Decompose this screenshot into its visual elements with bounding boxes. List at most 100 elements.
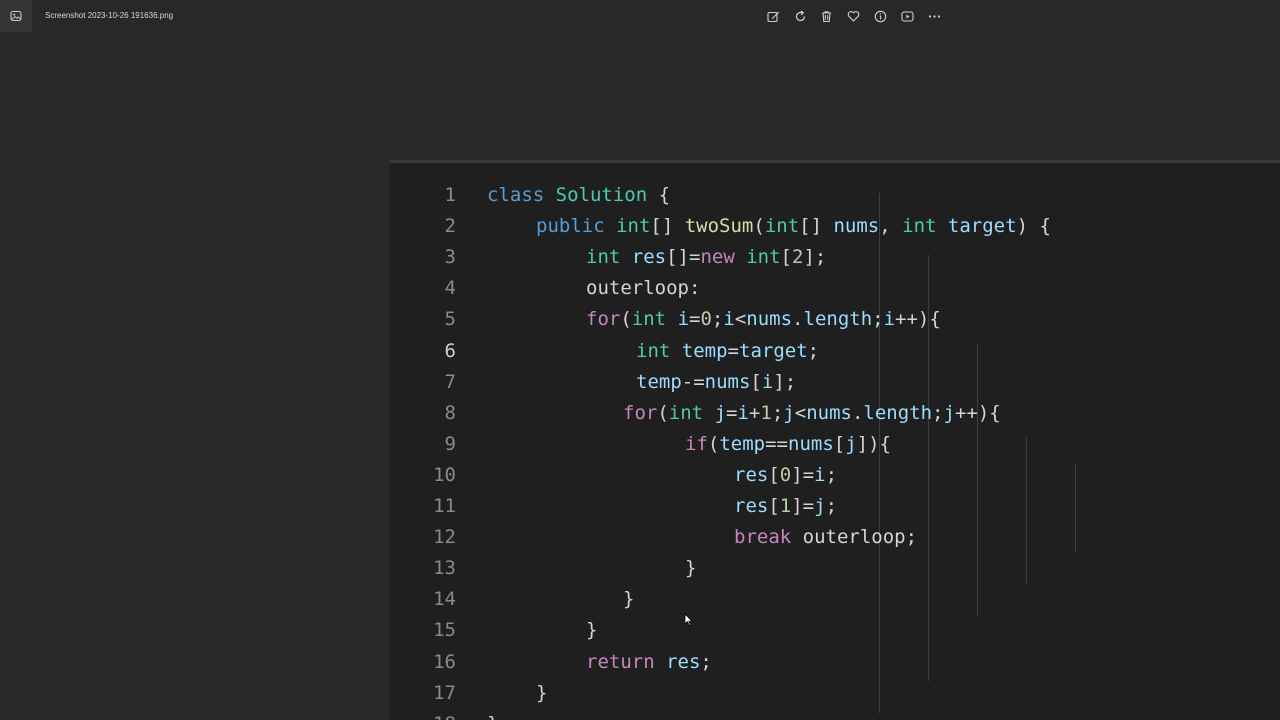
code-text: }: [536, 678, 547, 709]
code-text: }: [685, 553, 696, 584]
code-token: (: [753, 215, 765, 238]
line-number: 10: [433, 463, 456, 486]
code-token: Solution: [555, 184, 648, 206]
line-number: 14: [433, 588, 456, 611]
code-token: ]=: [791, 495, 815, 517]
code-token: [: [750, 370, 762, 393]
code-token: break: [734, 526, 792, 549]
code-token: for: [623, 401, 658, 424]
line-number: 1: [444, 184, 456, 206]
rotate-button[interactable]: [787, 6, 814, 26]
line-number: 17: [433, 681, 456, 704]
rotate-icon: [795, 10, 805, 21]
code-token: }: [487, 713, 498, 720]
code-token: 1: [760, 401, 772, 424]
code-token: i: [677, 308, 690, 331]
code-token: i: [737, 401, 749, 424]
code-token: [: [780, 246, 792, 269]
code-token: }: [623, 588, 635, 611]
code-text: if(temp==nums[j]){: [685, 429, 891, 460]
line-number: 8: [444, 401, 456, 424]
code-token: []: [650, 215, 685, 238]
code-token: ;: [825, 463, 838, 486]
code-token: ;: [711, 308, 724, 331]
code-text: }: [487, 709, 498, 720]
code-token: int: [668, 401, 704, 424]
code-line: 16 return res;: [390, 647, 1280, 678]
code-line: 6 int temp=target;: [390, 336, 1280, 367]
code-token: [: [768, 463, 780, 486]
slideshow-button[interactable]: [894, 6, 921, 26]
code-token: int: [586, 246, 621, 269]
line-number: 15: [433, 619, 456, 642]
code-token: ++){: [895, 308, 941, 331]
code-token: =: [727, 339, 739, 362]
code-token: j: [783, 401, 795, 424]
line-number: 4: [444, 277, 456, 300]
info-icon: [874, 10, 887, 22]
code-token: =: [726, 401, 738, 424]
code-token: i: [883, 308, 896, 331]
code-text: break outerloop;: [734, 522, 917, 553]
code-token: {: [647, 184, 671, 206]
line-number: 18: [420, 709, 456, 720]
code-token: .: [851, 401, 864, 424]
code-token: i: [761, 370, 774, 393]
code-line: 15}: [390, 615, 1280, 646]
code-text: res[0]=i;: [734, 460, 837, 491]
code-token: int: [746, 246, 781, 269]
code-token: length: [803, 308, 873, 331]
line-number: 12: [433, 526, 456, 549]
code-text: class Solution {: [487, 180, 670, 211]
code-token: []=: [666, 246, 701, 269]
code-token: (: [620, 308, 632, 331]
code-line: 18}: [390, 709, 1280, 720]
heart-icon: [848, 10, 860, 22]
code-token: ==: [765, 432, 788, 455]
code-text: }: [586, 615, 597, 646]
code-token: 1: [779, 495, 792, 517]
code-text: outerloop:: [586, 273, 700, 304]
photos-viewer-window: Screenshot 2023-10-26 191636.png 1 class…: [0, 0, 1280, 720]
code-token: return: [586, 650, 655, 673]
code-token: int: [764, 215, 800, 238]
delete-button[interactable]: [814, 6, 841, 26]
code-token: ];: [803, 246, 827, 269]
code-line: 14}: [390, 584, 1280, 615]
info-button[interactable]: [867, 6, 894, 26]
code-token: temp: [681, 339, 728, 362]
edit-image-button[interactable]: [760, 6, 787, 26]
trash-icon: [822, 10, 832, 22]
code-line: 13}: [390, 553, 1280, 584]
photos-app-icon[interactable]: [0, 0, 32, 32]
code-token: 2: [792, 246, 804, 269]
code-token: +: [748, 401, 761, 424]
edit-icon: [767, 11, 779, 22]
mouse-pointer-icon: [684, 613, 693, 627]
code-line: 7 temp-=nums[i];: [390, 367, 1280, 398]
code-token: []: [799, 215, 834, 238]
code-token: temp: [636, 370, 682, 393]
more-options-button[interactable]: [921, 6, 948, 26]
code-token: <: [734, 308, 747, 331]
code-token: ;: [932, 401, 944, 424]
code-token: j: [814, 495, 826, 517]
code-line: 5 for(int i=0;i<nums.length;i++){: [390, 304, 1280, 335]
code-token: twoSum: [684, 215, 754, 238]
line-number: 2: [444, 215, 456, 238]
code-token: ;: [771, 401, 784, 424]
code-token: nums: [788, 432, 834, 455]
code-token: int: [616, 215, 651, 238]
code-line: 8 for(int j=i+1;j<nums.length;j++){: [390, 398, 1280, 429]
code-token: }: [536, 681, 548, 704]
favorite-button[interactable]: [840, 6, 867, 26]
code-token: [: [768, 495, 780, 517]
file-name-title: Screenshot 2023-10-26 191636.png: [45, 11, 174, 20]
code-token: for: [586, 308, 621, 331]
code-text: }: [623, 584, 634, 615]
